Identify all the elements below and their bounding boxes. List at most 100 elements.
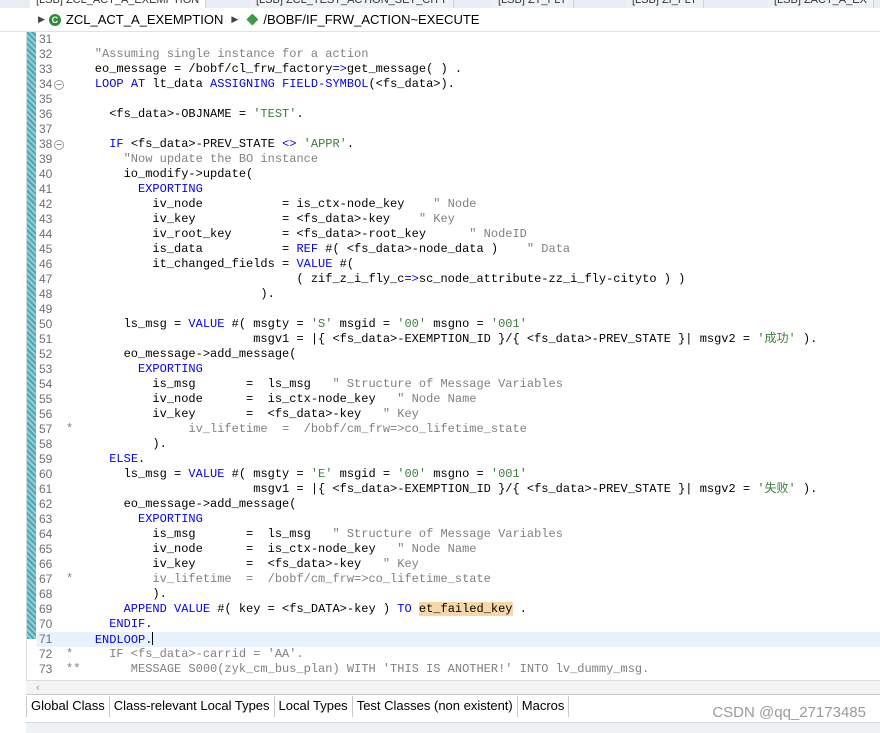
code-line[interactable]: 51 msgv1 = |{ <fs_data>-EXEMPTION_ID }/{… xyxy=(37,332,880,347)
code-line[interactable]: 33 eo_message = /bobf/cl_frw_factory=>ge… xyxy=(37,62,880,77)
code-line[interactable]: 70 ENDIF. xyxy=(37,617,880,632)
code-text[interactable]: APPEND VALUE #( key = <fs_DATA>-key ) TO… xyxy=(66,602,527,617)
code-text[interactable]: iv_node = is_ctx-node_key " Node Name xyxy=(66,542,476,557)
horizontal-scrollbar[interactable]: ‹ xyxy=(26,680,880,695)
code-line[interactable]: 66 iv_key = <fs_data>-key " Key xyxy=(37,557,880,572)
code-text[interactable]: "Assuming single instance for a action xyxy=(66,47,369,62)
code-line[interactable]: 63 EXPORTING xyxy=(37,512,880,527)
code-line[interactable]: 48 ). xyxy=(37,287,880,302)
code-text[interactable]: ). xyxy=(66,287,274,302)
code-text[interactable]: * iv_lifetime = /bobf/cm_frw=>co_lifetim… xyxy=(66,422,527,437)
code-line[interactable]: 37 xyxy=(37,122,880,137)
code-text[interactable]: iv_key = <fs_data>-key " Key xyxy=(66,212,454,227)
code-line[interactable]: 39 "Now update the BO instance xyxy=(37,152,880,167)
tab-local-types[interactable]: Local Types xyxy=(275,696,353,717)
fold-toggle-icon[interactable]: − xyxy=(54,80,64,90)
code-text[interactable]: EXPORTING xyxy=(66,362,203,377)
code-text[interactable]: is_data = REF #( <fs_data>-node_data ) "… xyxy=(66,242,570,257)
code-text[interactable]: ELSE. xyxy=(66,452,145,467)
tab-zi-fly[interactable]: [LSB] ZI_FLY xyxy=(626,0,705,8)
code-text[interactable]: eo_message = /bobf/cl_frw_factory=>get_m… xyxy=(66,62,462,77)
code-text[interactable]: * iv_lifetime = /bobf/cm_frw=>co_lifetim… xyxy=(66,572,491,587)
code-line[interactable]: 34− LOOP AT lt_data ASSIGNING FIELD-SYMB… xyxy=(37,77,880,92)
code-text[interactable]: ** MESSAGE S000(zyk_cm_bus_plan) WITH 'T… xyxy=(66,662,649,677)
code-line[interactable]: 57 * iv_lifetime = /bobf/cm_frw=>co_lifet… xyxy=(37,422,880,437)
tab-zcl-test-action-set-city[interactable]: [LSB] ZCL_TEST_ACTION_SET_CITY xyxy=(250,0,455,8)
code-text[interactable]: <fs_data>-OBJNAME = 'TEST'. xyxy=(66,107,303,122)
code-line[interactable]: 68 ). xyxy=(37,587,880,602)
fold-toggle-icon[interactable]: − xyxy=(54,140,64,150)
code-line[interactable]: 59 ELSE. xyxy=(37,452,880,467)
code-text[interactable]: ENDLOOP. xyxy=(66,632,154,648)
code-line[interactable]: 69 APPEND VALUE #( key = <fs_DATA>-key )… xyxy=(37,602,880,617)
code-line[interactable]: 41 EXPORTING xyxy=(37,182,880,197)
chevron-right-icon[interactable]: ▶ xyxy=(38,14,45,25)
tab-class-relevant-local-types[interactable]: Class-relevant Local Types xyxy=(110,696,275,717)
code-line[interactable]: 43 iv_key = <fs_data>-key " Key xyxy=(37,212,880,227)
code-line[interactable]: 64 is_msg = ls_msg " Structure of Messag… xyxy=(37,527,880,542)
code-text[interactable]: iv_root_key = <fs_data>-root_key " NodeI… xyxy=(66,227,526,242)
code-line[interactable]: 71 ENDLOOP. xyxy=(37,632,880,647)
code-line[interactable]: 72 * IF <fs_data>-carrid = 'AA'. xyxy=(37,647,880,662)
code-line[interactable]: 40 io_modify->update( xyxy=(37,167,880,182)
breadcrumb-class-name[interactable]: ZCL_ACT_A_EXEMPTION xyxy=(66,12,224,27)
code-line[interactable]: 58 ). xyxy=(37,437,880,452)
code-text[interactable]: IF <fs_data>-PREV_STATE <> 'APPR'. xyxy=(66,137,354,152)
chevron-right-icon[interactable]: ▶ xyxy=(231,14,238,25)
code-line[interactable]: 35 xyxy=(37,92,880,107)
code-line[interactable]: 53 EXPORTING xyxy=(37,362,880,377)
code-text[interactable]: LOOP AT lt_data ASSIGNING FIELD-SYMBOL(<… xyxy=(66,77,455,92)
code-line[interactable]: 60 ls_msg = VALUE #( msgty = 'E' msgid =… xyxy=(37,467,880,482)
code-text[interactable]: iv_key = <fs_data>-key " Key xyxy=(66,407,418,422)
code-line[interactable]: 31 xyxy=(37,32,880,47)
code-line[interactable]: 49 xyxy=(37,302,880,317)
code-line[interactable]: 62 eo_message->add_message( xyxy=(37,497,880,512)
tab-global-class[interactable]: Global Class xyxy=(26,696,110,717)
code-text[interactable]: io_modify->update( xyxy=(66,167,254,182)
code-text[interactable]: eo_message->add_message( xyxy=(66,347,297,362)
code-line[interactable]: 56 iv_key = <fs_data>-key " Key xyxy=(37,407,880,422)
code-line[interactable]: 67 * iv_lifetime = /bobf/cm_frw=>co_lifet… xyxy=(37,572,880,587)
code-text[interactable]: EXPORTING xyxy=(66,182,203,197)
code-text[interactable]: ). xyxy=(66,437,166,452)
scroll-left-icon[interactable]: ‹ xyxy=(36,681,40,695)
code-line[interactable]: 73 ** MESSAGE S000(zyk_cm_bus_plan) WITH … xyxy=(37,662,880,677)
code-text[interactable]: iv_node = is_ctx-node_key " Node xyxy=(66,197,476,212)
code-text[interactable]: ( zif_z_i_fly_c=>sc_node_attribute-zz_i_… xyxy=(66,272,685,287)
code-text[interactable]: iv_node = is_ctx-node_key " Node Name xyxy=(66,392,476,407)
code-text[interactable]: ). xyxy=(66,587,166,602)
tab-zact-a-ex[interactable]: [LSB] ZACT_A_EX xyxy=(768,0,874,8)
code-line[interactable]: 65 iv_node = is_ctx-node_key " Node Name xyxy=(37,542,880,557)
code-line[interactable]: 47 ( zif_z_i_fly_c=>sc_node_attribute-zz… xyxy=(37,272,880,287)
code-lines[interactable]: 31 32 "Assuming single instance for a act… xyxy=(37,32,880,677)
tab-zt-fly[interactable]: [LSB] ZT_FLY xyxy=(492,0,574,8)
code-line[interactable]: 46 it_changed_fields = VALUE #( xyxy=(37,257,880,272)
code-text[interactable]: ENDIF. xyxy=(66,617,152,632)
code-text[interactable]: ls_msg = VALUE #( msgty = 'S' msgid = '0… xyxy=(66,317,527,332)
code-text[interactable]: is_msg = ls_msg " Structure of Message V… xyxy=(66,377,562,392)
code-line[interactable]: 42 iv_node = is_ctx-node_key " Node xyxy=(37,197,880,212)
code-text[interactable]: it_changed_fields = VALUE #( xyxy=(66,257,354,272)
code-line[interactable]: 45 is_data = REF #( <fs_data>-node_data … xyxy=(37,242,880,257)
code-line[interactable]: 38− IF <fs_data>-PREV_STATE <> 'APPR'. xyxy=(37,137,880,152)
code-text[interactable]: iv_key = <fs_data>-key " Key xyxy=(66,557,418,572)
code-line[interactable]: 52 eo_message->add_message( xyxy=(37,347,880,362)
breadcrumb-method-name[interactable]: /BOBF/IF_FRW_ACTION~EXECUTE xyxy=(263,12,479,27)
code-line[interactable]: 44 iv_root_key = <fs_data>-root_key " No… xyxy=(37,227,880,242)
code-line[interactable]: 32 "Assuming single instance for a actio… xyxy=(37,47,880,62)
tab-test-classes[interactable]: Test Classes (non existent) xyxy=(353,696,518,717)
code-text[interactable]: is_msg = ls_msg " Structure of Message V… xyxy=(66,527,562,542)
code-line[interactable]: 50 ls_msg = VALUE #( msgty = 'S' msgid =… xyxy=(37,317,880,332)
code-text[interactable]: "Now update the BO instance xyxy=(66,152,318,167)
code-text[interactable]: * IF <fs_data>-carrid = 'AA'. xyxy=(66,647,304,662)
code-text[interactable]: eo_message->add_message( xyxy=(66,497,297,512)
code-line[interactable]: 61 msgv1 = |{ <fs_data>-EXEMPTION_ID }/{… xyxy=(37,482,880,497)
code-editor[interactable]: 31 32 "Assuming single instance for a act… xyxy=(26,32,880,680)
tab-macros[interactable]: Macros xyxy=(518,696,570,717)
code-text[interactable]: ls_msg = VALUE #( msgty = 'E' msgid = '0… xyxy=(66,467,527,482)
code-line[interactable]: 54 is_msg = ls_msg " Structure of Messag… xyxy=(37,377,880,392)
code-line[interactable]: 55 iv_node = is_ctx-node_key " Node Name xyxy=(37,392,880,407)
code-text[interactable]: EXPORTING xyxy=(66,512,203,527)
tab-zcl-act-a-exemption[interactable]: [LSB] ZCL_ACT_A_EXEMPTION xyxy=(30,0,207,8)
code-text[interactable]: msgv1 = |{ <fs_data>-EXEMPTION_ID }/{ <f… xyxy=(66,332,817,347)
